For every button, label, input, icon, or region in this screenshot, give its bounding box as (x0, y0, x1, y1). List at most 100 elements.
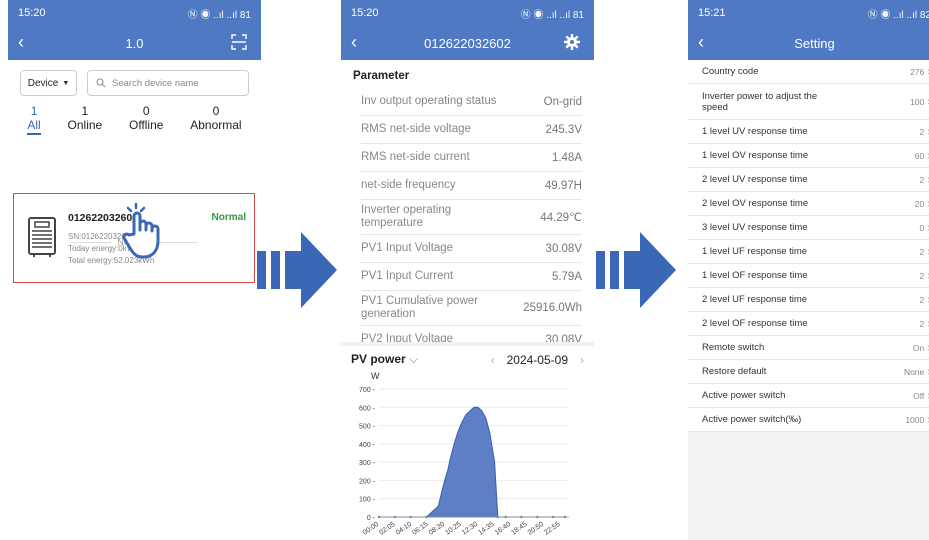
setting-name: 2 level UF response time (702, 294, 808, 305)
back-icon[interactable]: ‹ (18, 32, 24, 52)
setting-row[interactable]: 1 level OF response time 2 (688, 264, 929, 288)
setting-value: 2 (920, 294, 929, 306)
setting-row[interactable]: 3 level UV response time 0 (688, 216, 929, 240)
x-tick-label: 16:40 (494, 521, 512, 537)
search-icon (96, 78, 106, 88)
parameter-row: Inverter operating temperature 44.29℃ (361, 200, 582, 235)
y-axis-label: W (371, 371, 380, 381)
pv-power-label: PV power (351, 352, 406, 366)
x-tick-label: 08:20 (428, 521, 446, 537)
y-tick-label: 0 - (367, 515, 376, 522)
parameter-value: 245.3V (545, 123, 582, 136)
online-label: Online (67, 118, 103, 132)
header-bar: 15:20 Ⓝ ◉ ..ıl ..ıl 81 ‹ 012622032602 (341, 0, 594, 60)
search-placeholder: Search device name (112, 77, 199, 89)
tab-all[interactable]: 1 All (27, 104, 41, 135)
page-title: 012622032602 (424, 35, 511, 51)
y-tick-label: 600 - (359, 405, 376, 412)
setting-row[interactable]: Restore default None (688, 360, 929, 384)
setting-row[interactable]: 1 level UV response time 2 (688, 120, 929, 144)
settings-screen: 15:21 Ⓝ ◉ ..ıl ..ıl 82 ‹ Setting Country… (688, 0, 929, 540)
parameter-row: net-side frequency 49.97H (361, 172, 582, 200)
offline-label: Offline (128, 118, 164, 132)
setting-row[interactable]: Country code 276 (688, 60, 929, 84)
tab-offline[interactable]: 0 Offline (129, 104, 163, 132)
y-tick-label: 200 - (359, 478, 376, 485)
setting-row[interactable]: Active power switch(‰) 1000 (688, 408, 929, 432)
pv-power-chart: W 0 - 100 - 200 - 300 - 400 - 500 - 600 - 700 - 0… (359, 371, 569, 537)
back-icon[interactable]: ‹ (351, 32, 357, 52)
pv-power-dropdown[interactable]: PV power ⌵ (351, 352, 418, 367)
status-icons: Ⓝ ◉ ..ıl ..ıl 81 (520, 9, 584, 21)
header-bar: 15:20 Ⓝ ◉ ..ıl ..ıl 81 ‹ 1.0 (8, 0, 261, 60)
back-icon[interactable]: ‹ (698, 32, 704, 52)
tap-hand-icon (122, 202, 160, 259)
setting-name: 1 level OV response time (702, 150, 809, 161)
parameter-value: 44.29℃ (540, 212, 582, 224)
setting-name: 3 level UV response time (702, 222, 808, 233)
setting-value: 60 (915, 150, 929, 162)
next-date-icon[interactable]: › (580, 353, 584, 367)
status-bar: 15:21 Ⓝ ◉ ..ıl ..ıl 82 (688, 0, 929, 26)
parameter-name: RMS net-side current (361, 151, 470, 163)
gear-icon[interactable] (564, 34, 580, 50)
x-tick-label: 18:45 (510, 521, 528, 537)
settings-list: Country code 276 Inverter power to adjust … (688, 60, 929, 432)
setting-row[interactable]: 2 level UV response time 2 (688, 168, 929, 192)
device-detail-screen: 15:20 Ⓝ ◉ ..ıl ..ıl 81 ‹ 012622032602 Pa… (341, 0, 594, 540)
parameter-value: 1.48A (551, 151, 582, 164)
all-count: 1 (30, 104, 38, 118)
dropdown-caret-icon: ▼ (62, 79, 70, 87)
setting-name: Restore default (702, 366, 767, 377)
x-tick-label: 20:50 (527, 521, 545, 537)
parameter-name: PV1 Cumulative power generation (361, 295, 478, 320)
x-tick-label: 02:05 (378, 521, 396, 537)
status-time: 15:20 (18, 7, 46, 19)
setting-value: Off (913, 390, 929, 402)
date-label: 2024-05-09 (506, 352, 568, 367)
y-tick-label: 400 - (359, 442, 376, 449)
setting-name: 2 level OF response time (702, 318, 808, 329)
setting-name: Inverter power to adjust the speed (702, 90, 818, 113)
tab-abnormal[interactable]: 0 Abnormal (190, 104, 241, 132)
setting-value: 2 (920, 270, 929, 282)
x-tick-label: 22:55 (543, 521, 561, 537)
setting-value: 1000 (905, 414, 929, 426)
search-input[interactable]: Search device name (87, 70, 249, 96)
setting-row[interactable]: 1 level OV response time 60 (688, 144, 929, 168)
setting-name: Country code (702, 66, 759, 77)
setting-name: 2 level UV response time (702, 174, 808, 185)
setting-name: 1 level UF response time (702, 246, 808, 257)
setting-row[interactable]: 2 level OV response time 20 (688, 192, 929, 216)
setting-name: Remote switch (702, 342, 765, 353)
tab-online[interactable]: 1 Online (68, 104, 103, 132)
parameter-name: PV1 Input Current (361, 270, 454, 282)
setting-value: None (904, 366, 929, 378)
abnormal-label: Abnormal (190, 118, 242, 132)
y-tick-label: 500 - (359, 424, 376, 431)
all-label: All (27, 118, 41, 135)
setting-row[interactable]: Active power switch Off (688, 384, 929, 408)
device-type-select[interactable]: Device ▼ (20, 70, 77, 96)
online-count: 1 (81, 104, 89, 118)
setting-value: 2 (920, 318, 929, 330)
header-bar: 15:21 Ⓝ ◉ ..ıl ..ıl 82 ‹ Setting (688, 0, 929, 60)
parameter-panel[interactable]: Parameter Inv output operating status On-… (341, 60, 594, 342)
x-tick-label: 06:15 (411, 521, 429, 537)
setting-row[interactable]: 1 level UF response time 2 (688, 240, 929, 264)
setting-value: On (913, 342, 929, 354)
setting-name: Active power switch (702, 390, 786, 401)
setting-row[interactable]: 2 level OF response time 2 (688, 312, 929, 336)
scan-icon[interactable] (231, 34, 247, 50)
setting-row[interactable]: 2 level UF response time 2 (688, 288, 929, 312)
prev-date-icon[interactable]: ‹ (491, 353, 495, 367)
setting-value: 2 (920, 126, 929, 138)
y-tick-label: 700 - (359, 387, 376, 394)
setting-row[interactable]: Remote switch On (688, 336, 929, 360)
abnormal-count: 0 (212, 104, 220, 118)
parameter-row: RMS net-side voltage 245.3V (361, 116, 582, 144)
x-tick-label: 00:00 (362, 521, 380, 537)
x-tick-label: 14:35 (477, 521, 495, 537)
setting-row[interactable]: Inverter power to adjust the speed 100 (688, 84, 929, 120)
setting-value: 0 (920, 222, 929, 234)
